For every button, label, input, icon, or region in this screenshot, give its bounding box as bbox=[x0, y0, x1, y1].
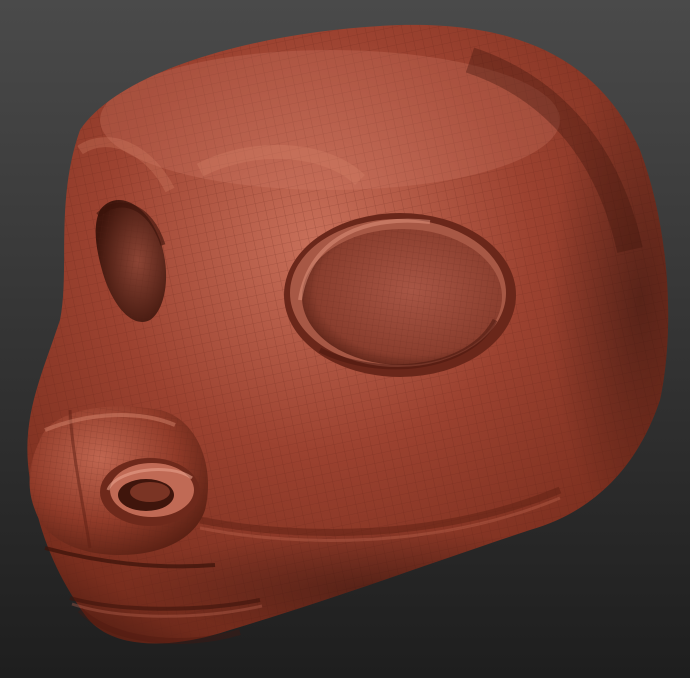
right-eye-socket bbox=[284, 213, 516, 377]
sculpt-viewport[interactable] bbox=[0, 0, 690, 678]
viewport-canvas bbox=[0, 0, 690, 678]
nostril bbox=[100, 458, 200, 526]
